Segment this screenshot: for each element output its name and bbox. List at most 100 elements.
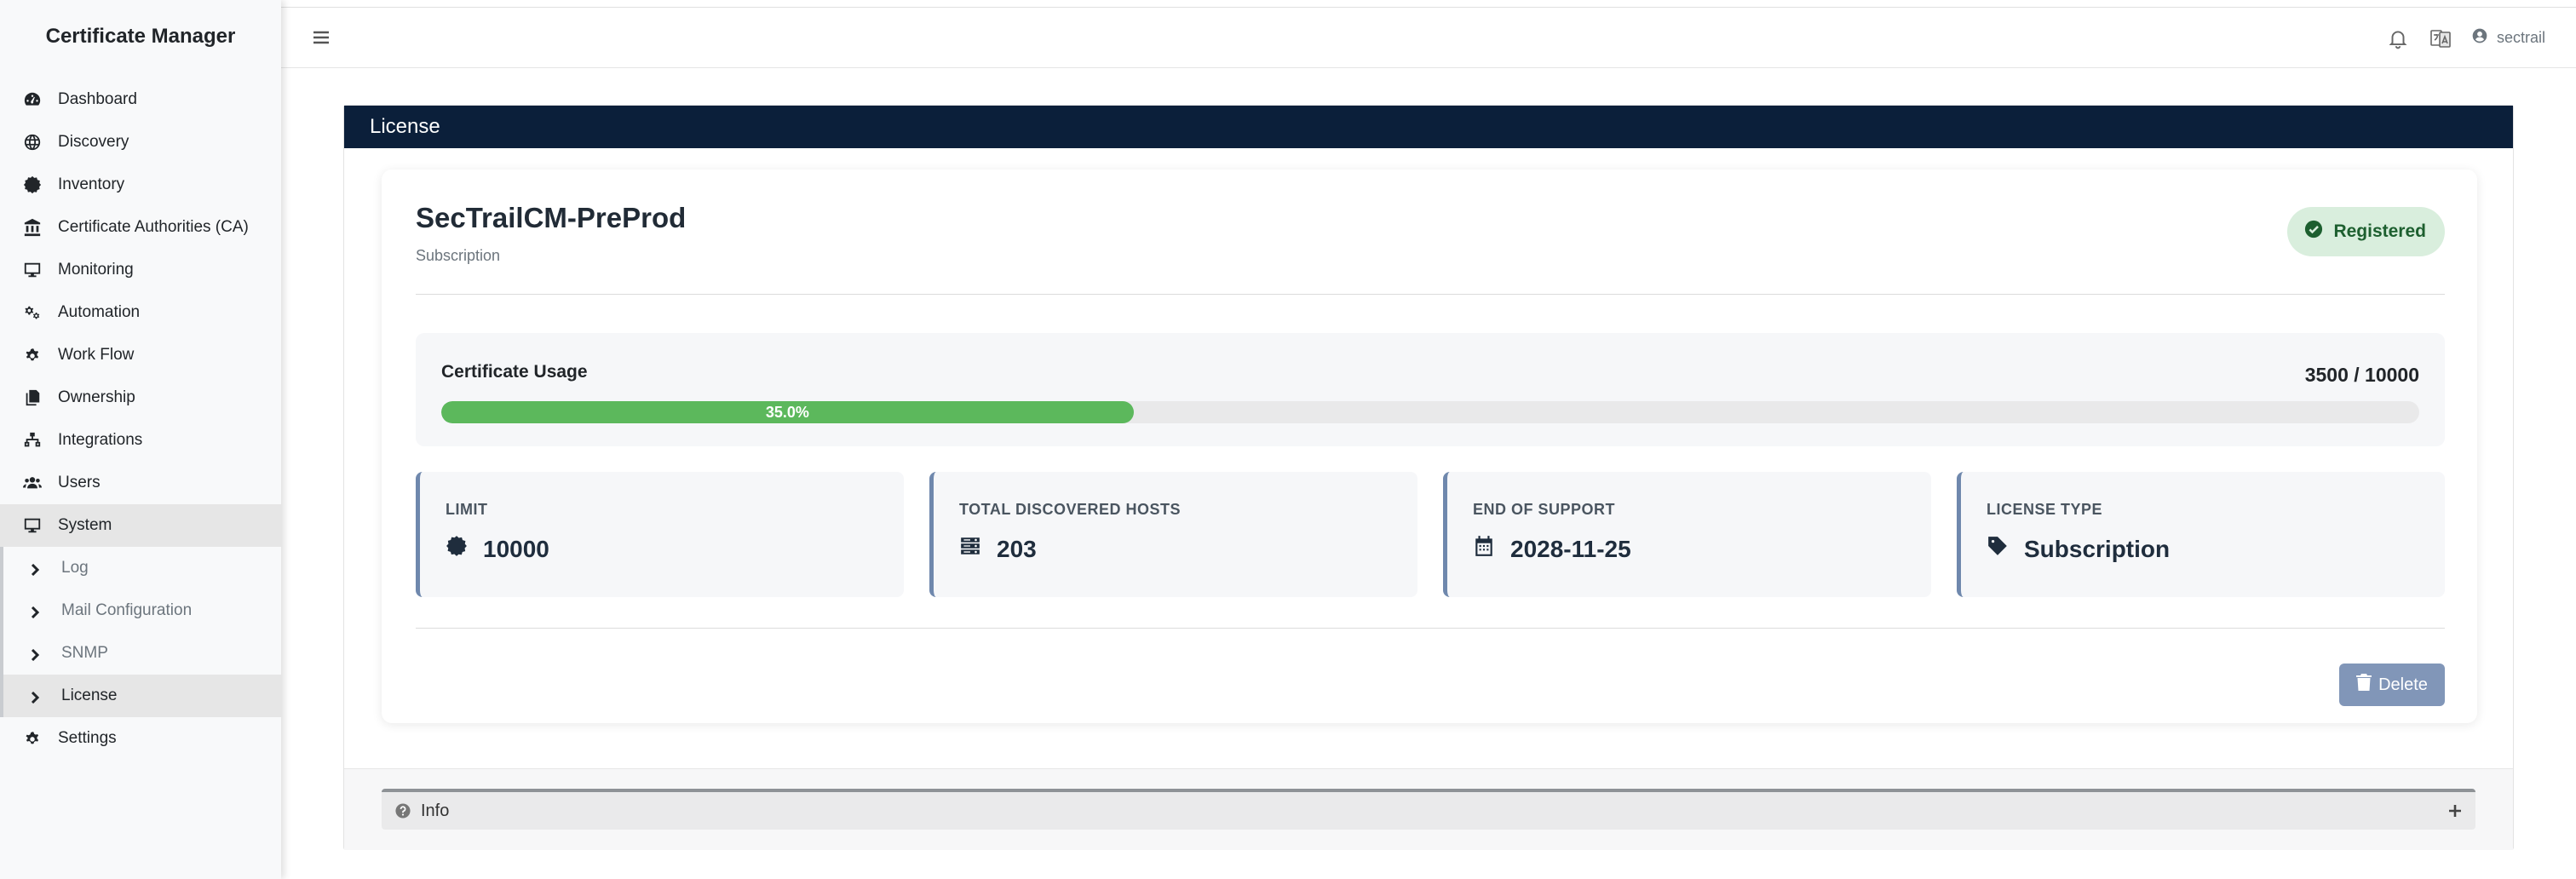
user-menu[interactable]: sectrail xyxy=(2471,27,2545,49)
delete-button[interactable]: Delete xyxy=(2339,664,2445,706)
license-details-card: SecTrailCM-PreProd Subscription Register… xyxy=(382,169,2477,723)
gauge-icon xyxy=(22,89,43,110)
license-subtitle: Subscription xyxy=(416,247,501,264)
stat-value-row: 10000 xyxy=(446,535,549,563)
usage-progress-fill: 35.0% xyxy=(441,401,1134,423)
calendar-icon xyxy=(1473,535,1495,563)
usage-progress-bar: 35.0% xyxy=(441,401,2419,423)
sidebar-item-label: Automation xyxy=(58,303,141,321)
sidebar-subitem-mail-configuration[interactable]: Mail Configuration xyxy=(0,589,281,632)
sidebar-item-integrations[interactable]: Integrations xyxy=(0,419,281,462)
card-header: License xyxy=(344,106,2513,148)
chevron-right-icon xyxy=(29,562,41,577)
sidebar-item-discovery[interactable]: Discovery xyxy=(0,121,281,164)
menu-toggle-icon[interactable] xyxy=(312,28,332,49)
stat-license-type: LICENSE TYPE Subscription xyxy=(1957,472,2445,597)
sidebar-item-label: Dashboard xyxy=(58,90,137,108)
divider xyxy=(416,294,2445,295)
sidebar-item-dashboard[interactable]: Dashboard xyxy=(0,78,281,121)
stat-value: 2028-11-25 xyxy=(1510,535,1631,562)
plus-icon xyxy=(2447,802,2464,819)
license-name: SecTrailCM-PreProd xyxy=(416,202,687,233)
chevron-right-icon xyxy=(29,647,41,662)
language-icon[interactable] xyxy=(2429,26,2452,50)
certificate-icon xyxy=(446,535,468,563)
sidebar-item-work-flow[interactable]: Work Flow xyxy=(0,334,281,376)
user-icon xyxy=(2471,27,2488,49)
chevron-right-icon xyxy=(29,605,41,619)
sidebar-item-label: Discovery xyxy=(58,133,129,151)
app-title: Certificate Manager xyxy=(45,25,236,48)
sidebar-item-automation[interactable]: Automation xyxy=(0,291,281,334)
stat-end-of-support: END OF SUPPORT 2028-11-25 xyxy=(1443,472,1931,597)
server-icon xyxy=(959,535,981,563)
username: sectrail xyxy=(2496,29,2545,46)
certificate-usage-panel: Certificate Usage 3500 / 10000 35.0% xyxy=(416,333,2445,446)
sidebar-subitem-label: Mail Configuration xyxy=(61,601,193,619)
bell-icon[interactable] xyxy=(2386,26,2410,50)
sidebar-item-label: Ownership xyxy=(58,388,135,406)
sidebar-subitem-label: SNMP xyxy=(61,644,108,662)
info-accordion-toggle[interactable]: Info xyxy=(382,789,2475,830)
stat-label: TOTAL DISCOVERED HOSTS xyxy=(959,501,1182,518)
topbar-actions: sectrail xyxy=(2386,26,2545,50)
sidebar: Certificate Manager Dashboard Discovery … xyxy=(0,0,281,879)
delete-button-label: Delete xyxy=(2378,675,2428,694)
stats-row: LIMIT 10000 TOTAL DISCOVERED HOSTS 203 E… xyxy=(416,472,2445,597)
certificate-icon xyxy=(22,175,43,195)
sidebar-item-settings[interactable]: Settings xyxy=(0,717,281,760)
stat-label: LICENSE TYPE xyxy=(1987,501,2103,518)
stat-limit: LIMIT 10000 xyxy=(416,472,904,597)
sidebar-item-label: Settings xyxy=(58,729,117,747)
status-badge-label: Registered xyxy=(2333,221,2426,241)
desktop-icon xyxy=(22,515,43,536)
stat-label: END OF SUPPORT xyxy=(1473,501,1616,518)
gear-icon xyxy=(22,728,43,749)
stat-value: Subscription xyxy=(2024,535,2171,562)
check-circle-icon xyxy=(2304,220,2323,244)
divider xyxy=(416,628,2445,629)
desktop-icon xyxy=(22,260,43,280)
topbar: sectrail xyxy=(281,9,2576,68)
top-border xyxy=(281,0,2576,8)
sidebar-subitem-license[interactable]: License xyxy=(0,675,281,717)
sidebar-item-inventory[interactable]: Inventory xyxy=(0,164,281,206)
usage-title: Certificate Usage xyxy=(441,362,588,382)
info-label: Info xyxy=(421,801,450,820)
sidebar-item-monitoring[interactable]: Monitoring xyxy=(0,249,281,291)
sidebar-item-label: Work Flow xyxy=(58,346,135,364)
sidebar-item-users[interactable]: Users xyxy=(0,462,281,504)
status-badge: Registered xyxy=(2287,207,2445,256)
sidebar-item-system[interactable]: System xyxy=(0,504,281,547)
gears-icon xyxy=(22,302,43,323)
stat-value: 10000 xyxy=(483,535,549,562)
sidebar-item-label: Integrations xyxy=(58,431,143,449)
sidebar-item-label: Certificate Authorities (CA) xyxy=(58,218,249,236)
sidebar-item-label: Monitoring xyxy=(58,261,134,279)
globe-icon xyxy=(22,132,43,152)
bank-icon xyxy=(22,217,43,238)
sidebar-subitem-label: License xyxy=(61,687,118,704)
sitemap-icon xyxy=(22,430,43,451)
question-circle-icon xyxy=(395,803,411,819)
stat-label: LIMIT xyxy=(446,501,488,518)
sidebar-item-label: Inventory xyxy=(58,175,125,193)
sidebar-item-certificate-authorities[interactable]: Certificate Authorities (CA) xyxy=(0,206,281,249)
sidebar-item-label: Users xyxy=(58,474,101,491)
info-section: Info xyxy=(344,768,2513,850)
sidebar-item-label: System xyxy=(58,516,112,534)
stat-value-row: 2028-11-25 xyxy=(1473,535,1631,563)
usage-count: 3500 / 10000 xyxy=(2304,364,2419,386)
stat-value-row: 203 xyxy=(959,535,1037,563)
trash-icon xyxy=(2356,674,2372,696)
chevron-right-icon xyxy=(29,690,41,704)
stat-value: 203 xyxy=(997,535,1037,562)
stat-total-discovered-hosts: TOTAL DISCOVERED HOSTS 203 xyxy=(929,472,1417,597)
sidebar-subitem-log[interactable]: Log xyxy=(0,547,281,589)
sidebar-item-ownership[interactable]: Ownership xyxy=(0,376,281,419)
gear-icon xyxy=(22,345,43,365)
tag-icon xyxy=(1987,535,2009,563)
sidebar-subitem-snmp[interactable]: SNMP xyxy=(0,632,281,675)
stat-value-row: Subscription xyxy=(1987,535,2170,563)
sidebar-subitem-label: Log xyxy=(61,559,89,577)
